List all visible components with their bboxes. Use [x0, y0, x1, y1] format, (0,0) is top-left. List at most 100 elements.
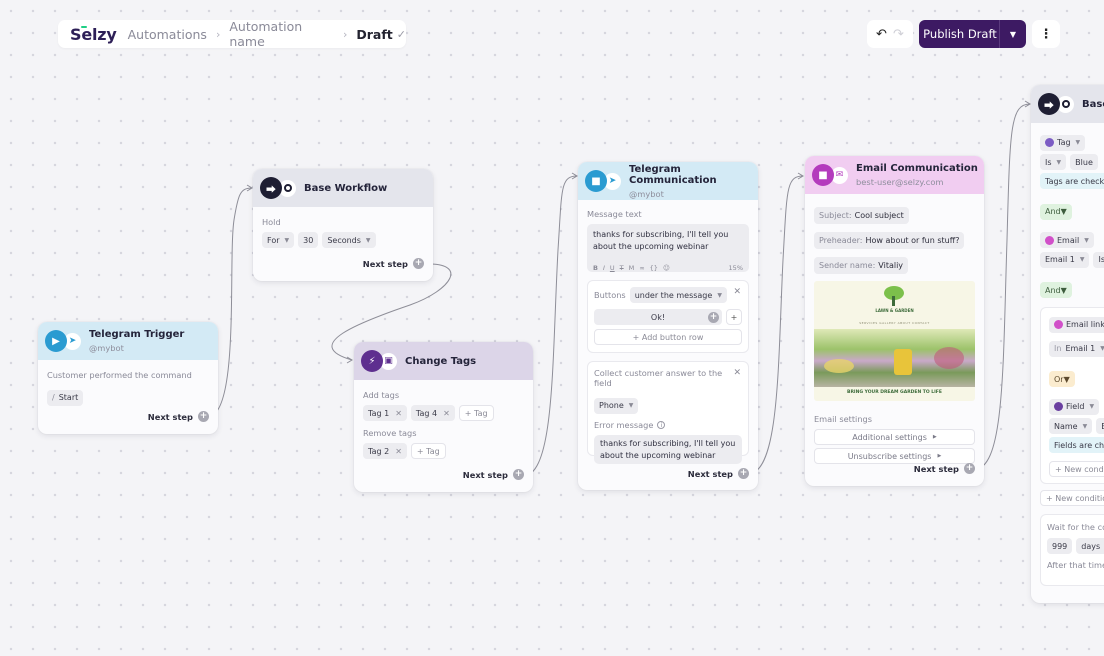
selzy-logo[interactable]: Selzy [70, 25, 117, 44]
message-text: thanks for subscribing, I'll tell you ab… [593, 230, 729, 251]
caret-down-icon: ▼ [717, 291, 722, 299]
publish-draft-button[interactable]: Publish Draft ▼ [919, 20, 1026, 48]
plus-icon[interactable]: + [413, 258, 424, 269]
operator-select[interactable]: Is ▼ [1040, 154, 1067, 170]
operator-select[interactable]: Eq [1096, 418, 1104, 434]
email-preview-image[interactable]: LAWN & GARDEN SERVICES GALLERY ABOUT CON… [814, 281, 975, 401]
unsubscribe-settings-button[interactable]: Unsubscribe settings ▶ [814, 448, 975, 464]
add-button-icon[interactable]: + [726, 309, 742, 325]
undo-icon[interactable]: ↶ [876, 27, 887, 42]
collect-field-select[interactable]: Phone ▼ [594, 397, 639, 414]
format-toolbar: B I U T M ∞ {} ☺ 15% [593, 262, 743, 274]
close-icon[interactable]: ✕ [733, 287, 741, 297]
breadcrumb-automations[interactable]: Automations [128, 27, 207, 42]
wait-unit-select[interactable]: days▼ [1076, 538, 1104, 554]
emoji-icon[interactable]: ☺ [663, 262, 670, 274]
field-name-value: Name [1054, 421, 1078, 431]
plus-icon[interactable]: + [513, 469, 524, 480]
add-tag-button[interactable]: + Tag [458, 405, 494, 421]
new-condition-button[interactable]: + New condition [1040, 490, 1104, 506]
condition-type-select[interactable]: Email links [1049, 316, 1104, 333]
condition-type-value: Email [1057, 235, 1080, 245]
close-icon[interactable]: ✕ [443, 409, 450, 418]
history-controls: ↶ ↷ [867, 20, 913, 48]
close-icon[interactable]: ✕ [395, 409, 402, 418]
add-button-row-button[interactable]: + Add button row [594, 329, 742, 345]
tag-chip[interactable]: Tag 1 ✕ [363, 405, 407, 421]
code-icon[interactable]: {} [650, 262, 658, 274]
share-nodes-icon: ⮕ [260, 177, 282, 199]
publish-draft-label[interactable]: Publish Draft [919, 27, 999, 41]
strikethrough-icon[interactable]: T [620, 262, 624, 274]
command-chip[interactable]: / Start [47, 389, 84, 406]
email-select[interactable]: Email 1 ▼ [1040, 251, 1090, 268]
next-step-button[interactable]: Next step + [914, 463, 975, 474]
node-telegram-trigger[interactable]: ▶ ➤ Telegram Trigger @mybot Customer per… [38, 322, 218, 434]
tag-chip[interactable]: Tag 2 ✕ [363, 443, 407, 459]
inline-button[interactable]: Ok! + [594, 309, 722, 325]
next-step-button[interactable]: Next step + [688, 468, 749, 479]
redo-icon[interactable]: ↷ [893, 27, 904, 42]
caret-down-icon: ▼ [1060, 207, 1067, 216]
bold-icon[interactable]: B [593, 262, 598, 274]
operator-select[interactable]: Is [1093, 251, 1104, 268]
condition-value[interactable]: Blue [1070, 154, 1098, 170]
plus-icon[interactable]: + [708, 311, 719, 323]
hold-amount-input[interactable]: 30 [298, 232, 319, 248]
node-telegram-communication[interactable]: ■ ➤ Telegram Communication @mybot Messag… [578, 162, 758, 490]
close-icon[interactable]: ✕ [395, 447, 402, 456]
error-message-input[interactable]: thanks for subscribing, I'll tell you ab… [594, 434, 742, 464]
plus-icon[interactable]: + [964, 463, 975, 474]
caret-down-icon: ▼ [1084, 236, 1089, 244]
hold-mode-value: For [267, 235, 280, 245]
subject-field[interactable]: Subject: Cool subject [814, 207, 909, 224]
underline-icon[interactable]: U [610, 262, 615, 274]
operator-value: Is [1045, 157, 1052, 167]
buttons-label: Buttons [594, 290, 626, 300]
node-header: ⮕ Base Workflow [253, 169, 433, 207]
hold-mode-select[interactable]: For ▼ [262, 232, 295, 248]
message-text-input[interactable]: thanks for subscribing, I'll tell you ab… [587, 224, 749, 272]
italic-icon[interactable]: I [603, 262, 605, 274]
logic-and-select[interactable]: And ▼ [1040, 282, 1072, 298]
plus-icon[interactable]: + [738, 468, 749, 479]
sender-field[interactable]: Sender name: Vitaliy [814, 257, 909, 274]
email-icon [1045, 235, 1054, 245]
node-email-communication[interactable]: ■ ✉ Email Communication best-user@selzy.… [805, 156, 984, 486]
new-condition-button[interactable]: + New condition [1049, 461, 1104, 477]
additional-settings-button[interactable]: Additional settings ▶ [814, 429, 975, 445]
node-change-tags[interactable]: ⚡ ▣ Change Tags Add tags Tag 1 ✕ Tag 4 ✕ +… [354, 342, 533, 492]
logic-or-select[interactable]: Or ▼ [1049, 371, 1075, 387]
message-text-label: Message text [587, 209, 642, 219]
plus-icon[interactable]: + [198, 411, 209, 422]
monospace-icon[interactable]: M [629, 262, 635, 274]
wait-amount-input[interactable]: 999 [1047, 538, 1073, 554]
next-step-button[interactable]: Next step + [148, 411, 209, 422]
hold-unit-value: Seconds [327, 235, 361, 245]
link-icon[interactable]: ∞ [639, 262, 644, 274]
condition-type-select[interactable]: Tag ▼ [1040, 134, 1086, 151]
condition-type-select[interactable]: Field ▼ [1049, 398, 1100, 415]
arrow-head [571, 172, 578, 180]
close-icon[interactable]: ✕ [733, 368, 741, 378]
node-base-condition[interactable]: ⮕ Base Tag ▼ Is ▼ Blue Tags are checked An… [1031, 85, 1104, 603]
tag-chip[interactable]: Tag 4 ✕ [410, 405, 455, 421]
next-step-button[interactable]: Next step + [363, 258, 424, 269]
chevron-down-icon[interactable]: ▼ [999, 20, 1026, 48]
buttons-position-select[interactable]: under the message ▼ [629, 287, 727, 303]
subject-value: Cool subject [854, 211, 904, 220]
condition-type-select[interactable]: Email ▼ [1040, 232, 1094, 248]
add-tag-button[interactable]: + Tag [410, 443, 446, 459]
next-step-button[interactable]: Next step + [463, 469, 524, 480]
hold-unit-select[interactable]: Seconds ▼ [322, 232, 376, 248]
logic-value: And [1045, 207, 1061, 216]
info-icon[interactable]: i [657, 420, 666, 429]
more-vertical-icon[interactable]: ⋮ [1032, 20, 1060, 48]
logic-and-select[interactable]: And ▼ [1040, 203, 1072, 220]
node-base-workflow[interactable]: ⮕ Base Workflow Hold For ▼ 30 Seconds ▼ Ne… [253, 169, 433, 281]
breadcrumb-automation-name[interactable]: Automation name [229, 19, 334, 49]
field-name-select[interactable]: Name ▼ [1049, 418, 1093, 434]
additional-settings-label: Additional settings [852, 432, 927, 442]
email-select[interactable]: In Email 1 ▼ [1049, 340, 1104, 357]
preheader-field[interactable]: Preheader: How about or fun stuff? [814, 232, 965, 249]
